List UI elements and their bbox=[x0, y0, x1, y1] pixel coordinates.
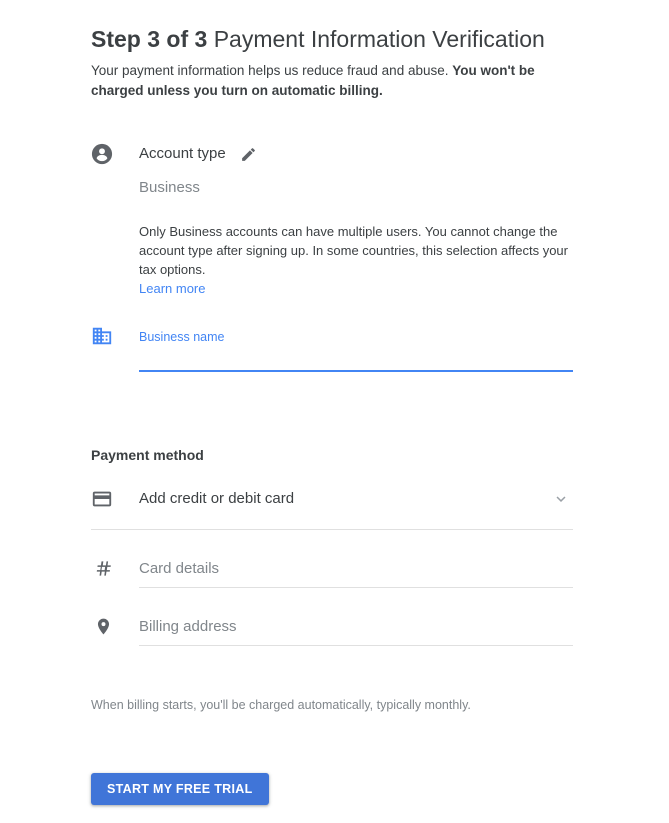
account-type-label: Account type bbox=[139, 145, 226, 162]
business-name-underline bbox=[139, 370, 573, 372]
chevron-down-icon[interactable] bbox=[551, 489, 571, 509]
business-name-label: Business name bbox=[139, 330, 225, 344]
business-building-icon bbox=[91, 325, 113, 347]
payment-method-divider bbox=[91, 529, 573, 530]
payment-method-selected-value: Add credit or debit card bbox=[139, 490, 295, 507]
billing-address-input[interactable] bbox=[139, 614, 573, 638]
business-name-input[interactable] bbox=[139, 346, 573, 368]
pencil-edit-icon[interactable] bbox=[240, 146, 257, 163]
account-type-description: Only Business accounts can have multiple… bbox=[139, 222, 576, 298]
payment-method-select[interactable]: Add credit or debit card bbox=[91, 483, 573, 515]
page-title: Step 3 of 3 Payment Information Verifica… bbox=[91, 24, 573, 54]
business-name-field[interactable]: Business name bbox=[91, 322, 573, 374]
learn-more-link[interactable]: Learn more bbox=[139, 281, 205, 296]
payment-method-title: Payment method bbox=[91, 447, 204, 463]
account-type-header: Account type bbox=[91, 142, 573, 166]
account-type-description-text: Only Business accounts can have multiple… bbox=[139, 224, 568, 277]
billing-address-underline bbox=[139, 645, 573, 646]
billing-address-field[interactable] bbox=[91, 610, 573, 654]
page-title-text: Payment Information Verification bbox=[207, 26, 545, 52]
page-header: Step 3 of 3 Payment Information Verifica… bbox=[91, 24, 573, 101]
credit-card-icon bbox=[91, 488, 139, 510]
start-free-trial-button[interactable]: START MY FREE TRIAL bbox=[91, 773, 269, 805]
card-details-underline bbox=[139, 587, 573, 588]
location-pin-icon bbox=[93, 616, 113, 636]
hash-number-icon bbox=[93, 558, 113, 578]
subtitle-normal-text: Your payment information helps us reduce… bbox=[91, 63, 453, 78]
billing-note: When billing starts, you'll be charged a… bbox=[91, 698, 471, 712]
page-subtitle: Your payment information helps us reduce… bbox=[91, 61, 569, 101]
account-type-section: Account type Business Only Business acco… bbox=[91, 142, 573, 298]
card-details-input[interactable] bbox=[139, 556, 573, 580]
card-details-field[interactable] bbox=[91, 552, 573, 596]
account-circle-icon bbox=[91, 143, 139, 165]
payment-verification-page: Step 3 of 3 Payment Information Verifica… bbox=[0, 0, 669, 823]
account-type-value: Business bbox=[139, 179, 200, 196]
step-indicator: Step 3 of 3 bbox=[91, 26, 208, 52]
